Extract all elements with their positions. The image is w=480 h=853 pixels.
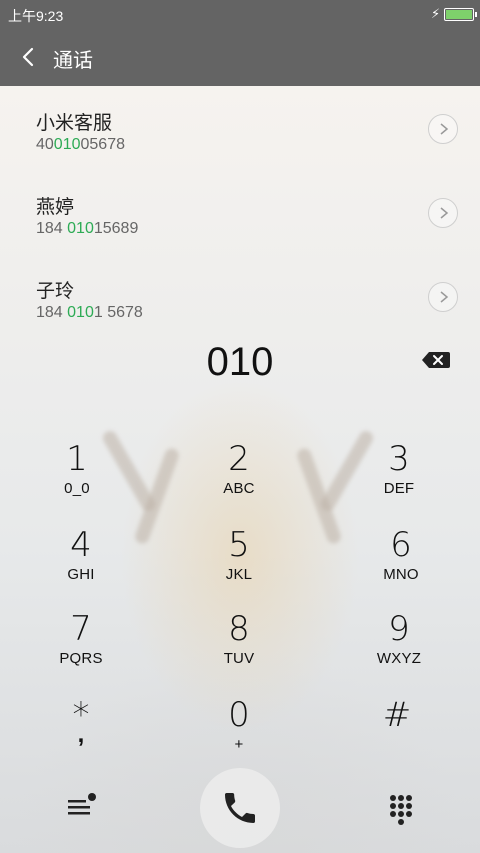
contact-number: 184 0101 5678	[36, 304, 143, 321]
key-7[interactable]: 7 PQRS	[26, 610, 136, 690]
chevron-right-icon	[440, 291, 449, 303]
chevron-right-icon	[440, 207, 449, 219]
app-header: 通话	[0, 28, 480, 86]
contact-item[interactable]: 燕婷 184 01015689	[0, 172, 480, 256]
charging-icon: ⚡	[431, 6, 441, 21]
menu-button[interactable]	[64, 790, 98, 824]
key-hash[interactable]: #	[342, 696, 452, 776]
back-button[interactable]	[18, 44, 42, 70]
status-bar: 上午9:23 ⚡	[0, 0, 480, 28]
contact-name: 小米客服	[36, 113, 113, 134]
contact-detail-button[interactable]	[428, 282, 458, 312]
page-title: 通话	[53, 50, 93, 72]
contact-number: 184 01015689	[36, 220, 139, 237]
dialpad-icon	[390, 795, 412, 825]
backspace-icon	[422, 352, 450, 368]
chevron-left-icon	[22, 47, 34, 67]
key-2[interactable]: 2 ABC	[184, 440, 294, 520]
contact-detail-button[interactable]	[428, 198, 458, 228]
key-3[interactable]: 3 DEF	[344, 440, 454, 520]
backspace-button[interactable]	[421, 350, 451, 370]
dialpad-toggle-button[interactable]	[384, 792, 418, 826]
key-6[interactable]: 6 MNO	[346, 526, 456, 606]
contact-item[interactable]: 小米客服 4001005678	[0, 88, 480, 172]
battery-icon	[444, 8, 477, 21]
phone-icon	[225, 793, 255, 823]
key-star[interactable]: *,	[26, 696, 136, 776]
contact-number: 4001005678	[36, 136, 125, 153]
key-0[interactable]: 0 +	[184, 696, 294, 776]
status-time: 上午9:23	[8, 8, 64, 24]
key-5[interactable]: 5 JKL	[184, 526, 294, 606]
call-button[interactable]	[200, 768, 280, 848]
key-9[interactable]: 9 WXYZ	[344, 610, 454, 690]
key-4[interactable]: 4 GHI	[26, 526, 136, 606]
contact-name: 子玲	[36, 281, 75, 302]
menu-icon	[68, 793, 96, 815]
key-8[interactable]: 8 TUV	[184, 610, 294, 690]
contact-item[interactable]: 子玲 184 0101 5678	[0, 256, 480, 340]
key-1[interactable]: 1 0_0	[22, 440, 132, 520]
contact-name: 燕婷	[36, 197, 75, 218]
chevron-right-icon	[440, 123, 449, 135]
contact-detail-button[interactable]	[428, 114, 458, 144]
dialed-number: 010	[206, 340, 274, 384]
